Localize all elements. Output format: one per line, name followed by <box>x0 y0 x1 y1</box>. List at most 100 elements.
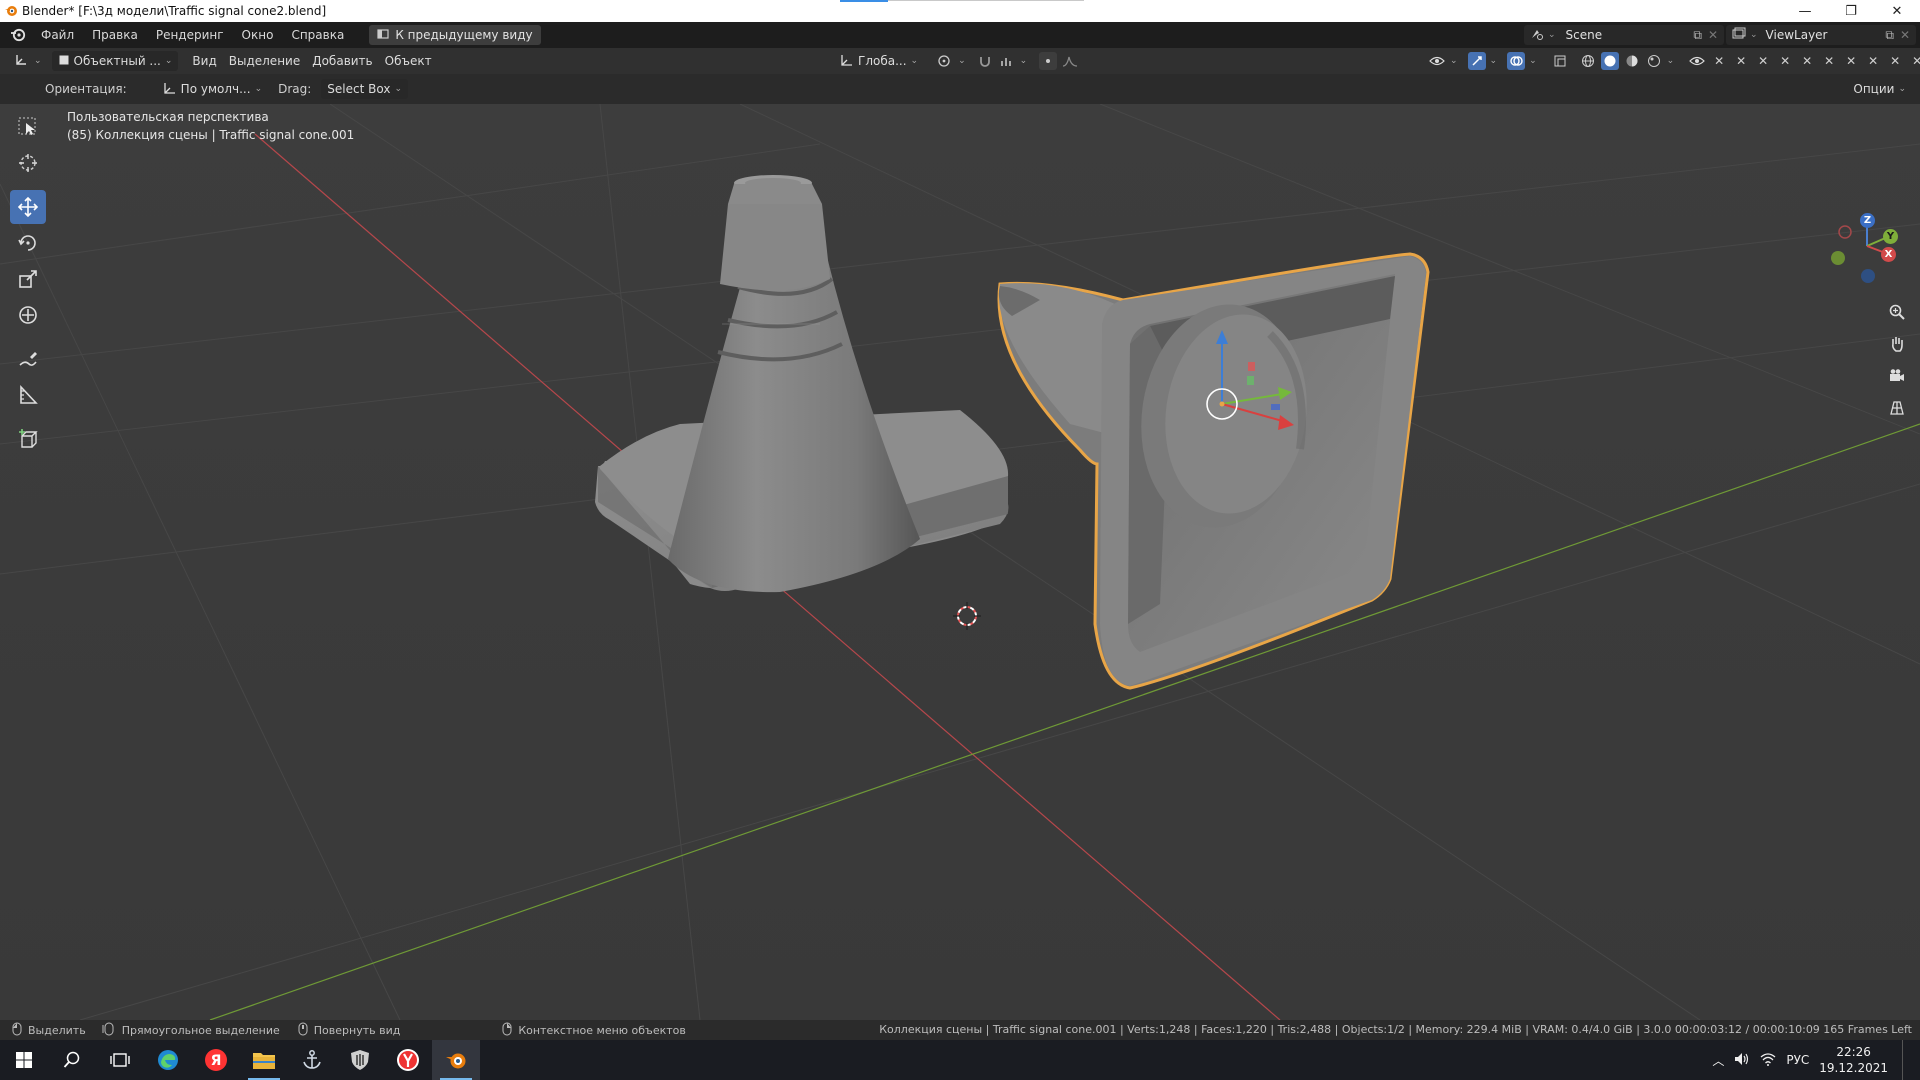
taskbar-yandex[interactable]: Я <box>192 1040 240 1080</box>
menu-edit[interactable]: Правка <box>83 22 147 48</box>
xray-toggle-icon[interactable] <box>1551 52 1569 70</box>
taskbar-yandex-alt[interactable] <box>384 1040 432 1080</box>
solid-shading-icon[interactable] <box>1600 52 1619 70</box>
hide-x-icon-6[interactable]: ✕ <box>1820 52 1838 70</box>
gizmo-z-axis[interactable]: Z <box>1860 213 1875 228</box>
speaker-icon[interactable] <box>1734 1052 1750 1069</box>
cursor-tool[interactable] <box>10 146 46 180</box>
pivot-point-icon[interactable] <box>936 52 954 70</box>
menu-help[interactable]: Справка <box>282 22 353 48</box>
chevron-up-icon[interactable]: ︿ <box>1712 1052 1724 1069</box>
scale-tool[interactable] <box>10 262 46 296</box>
camera-view-icon[interactable] <box>1884 364 1910 388</box>
taskbar-explorer[interactable] <box>240 1040 288 1080</box>
menu-select[interactable]: Выделение <box>223 51 306 71</box>
hide-x-icon-3[interactable]: ✕ <box>1754 52 1772 70</box>
chevron-down-icon: ⌄ <box>1750 30 1758 40</box>
navigation-gizmo[interactable]: Z Y X <box>1830 213 1904 294</box>
chevron-down-icon: ⌄ <box>1529 56 1537 66</box>
hide-x-icon-9[interactable]: ✕ <box>1886 52 1904 70</box>
transform-orientation-dropdown[interactable]: Глоба... ⌄ <box>834 51 924 71</box>
viewlayer-selector[interactable]: ⌄ ViewLayer ⧉ ✕ <box>1726 25 1916 45</box>
network-icon[interactable] <box>1760 1052 1776 1069</box>
anchor-icon <box>303 1050 321 1069</box>
clock[interactable]: 22:26 19.12.2021 <box>1819 1044 1888 1076</box>
hide-x-icon-7[interactable]: ✕ <box>1842 52 1860 70</box>
hide-x-icon-2[interactable]: ✕ <box>1732 52 1750 70</box>
options-dropdown[interactable]: Опции ⌄ <box>1847 79 1912 99</box>
menu-file[interactable]: Файл <box>32 22 83 48</box>
delete-scene-icon[interactable]: ✕ <box>1708 28 1718 42</box>
menu-window[interactable]: Окно <box>233 22 283 48</box>
show-overlays-icon[interactable] <box>1507 52 1526 70</box>
menu-add[interactable]: Добавить <box>306 51 378 71</box>
global-axes-icon <box>840 53 854 70</box>
taskbar-wot[interactable] <box>336 1040 384 1080</box>
visibility-selectability-icon[interactable] <box>1428 52 1446 70</box>
taskbar-warships[interactable] <box>288 1040 336 1080</box>
snap-icon[interactable] <box>976 52 994 70</box>
perspective-toggle-icon[interactable] <box>1884 396 1910 420</box>
measure-tool[interactable] <box>10 378 46 412</box>
snap-increment-icon[interactable] <box>998 52 1016 70</box>
drag-dropdown[interactable]: Select Box ⌄ <box>321 79 408 99</box>
rendered-shading-icon[interactable] <box>1645 52 1663 70</box>
falloff-icon[interactable] <box>1061 52 1079 70</box>
hint-rotate-label: Повернуть вид <box>313 1023 401 1037</box>
back-to-previous-label: К предыдущему виду <box>395 28 533 42</box>
hide-x-icon-8[interactable]: ✕ <box>1864 52 1882 70</box>
scene-selector[interactable]: ⌄ Scene ⧉ ✕ <box>1524 25 1724 45</box>
blender-menu-icon[interactable] <box>0 22 32 48</box>
menu-view[interactable]: Вид <box>186 51 222 71</box>
view-name-label: Пользовательская перспектива <box>67 110 269 124</box>
outliner-visibility-icon[interactable] <box>1688 52 1706 70</box>
menu-object[interactable]: Объект <box>379 51 438 71</box>
material-preview-icon[interactable] <box>1623 52 1641 70</box>
hide-x-icon-10[interactable]: ✕ <box>1908 52 1920 70</box>
chevron-down-icon: ⌄ <box>1019 56 1028 66</box>
hide-x-icon-1[interactable]: ✕ <box>1710 52 1728 70</box>
scene-statistics: Коллекция сцены | Traffic signal cone.00… <box>879 1023 1912 1036</box>
close-button[interactable]: ✕ <box>1874 0 1920 22</box>
delete-viewlayer-icon[interactable]: ✕ <box>1900 28 1910 42</box>
mode-dropdown[interactable]: Объектный ... ⌄ <box>51 51 179 71</box>
gizmo-y-axis[interactable]: Y <box>1883 229 1898 244</box>
zoom-icon[interactable] <box>1884 300 1910 324</box>
select-box-tool[interactable] <box>10 110 46 144</box>
pan-hand-icon[interactable] <box>1884 332 1910 356</box>
scene-name: Scene <box>1565 28 1603 42</box>
taskbar-blender[interactable] <box>432 1040 480 1080</box>
minimize-button[interactable]: — <box>1782 0 1828 22</box>
show-desktop-button[interactable] <box>1902 1040 1906 1080</box>
folder-icon <box>253 1053 275 1069</box>
language-indicator[interactable]: РУС <box>1786 1053 1809 1067</box>
gizmo-x-axis[interactable]: X <box>1881 247 1896 262</box>
search-button[interactable] <box>48 1040 96 1080</box>
transform-tool[interactable] <box>10 298 46 332</box>
annotate-tool[interactable] <box>10 342 46 376</box>
add-cube-tool[interactable] <box>10 422 46 456</box>
back-to-previous-button[interactable]: К предыдущему виду <box>369 25 541 45</box>
yandex-icon <box>397 1049 419 1071</box>
menu-render[interactable]: Рендеринг <box>147 22 233 48</box>
3d-viewport[interactable]: Пользовательская перспектива (85) Коллек… <box>0 104 1920 1020</box>
restore-button[interactable]: ❐ <box>1828 0 1874 22</box>
orientation-dropdown[interactable]: По умолч... ⌄ <box>157 79 268 99</box>
move-tool[interactable] <box>10 190 46 224</box>
drag-value: Select Box <box>327 82 391 96</box>
window-title: Blender* [F:\3д модели\Traffic signal co… <box>22 4 327 18</box>
show-gizmo-icon[interactable] <box>1467 52 1486 70</box>
mouse-left-icon <box>12 1022 22 1039</box>
task-view-button[interactable] <box>96 1040 144 1080</box>
proportional-edit-icon[interactable] <box>1039 52 1058 70</box>
start-button[interactable] <box>0 1040 48 1080</box>
taskbar-edge[interactable] <box>144 1040 192 1080</box>
rotate-tool[interactable] <box>10 226 46 260</box>
wireframe-shading-icon[interactable] <box>1579 52 1597 70</box>
hide-x-icon-4[interactable]: ✕ <box>1776 52 1794 70</box>
new-scene-icon[interactable]: ⧉ <box>1693 28 1702 43</box>
hide-x-icon-5[interactable]: ✕ <box>1798 52 1816 70</box>
main-menu-bar: Файл Правка Рендеринг Окно Справка К пре… <box>0 22 1920 48</box>
new-viewlayer-icon[interactable]: ⧉ <box>1885 28 1894 43</box>
editor-type-dropdown[interactable]: ⌄ <box>8 51 48 71</box>
